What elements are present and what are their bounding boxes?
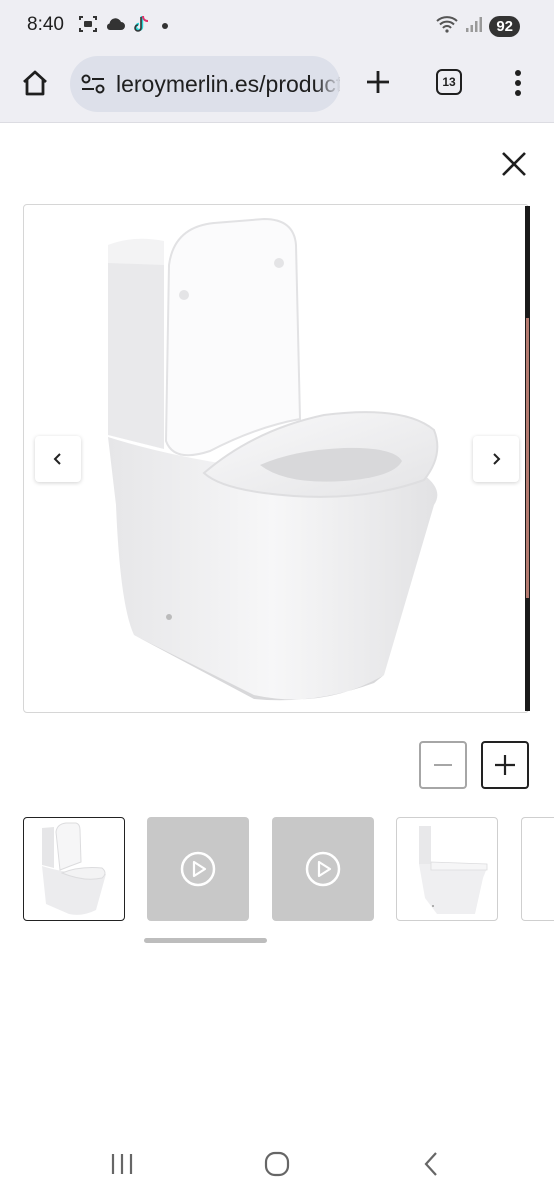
tab-count: 13 [442, 75, 456, 89]
tabs-icon[interactable]: 13 [436, 69, 462, 95]
close-viewer-button[interactable] [496, 146, 532, 182]
thumbnail-video-1[interactable] [147, 817, 249, 921]
back-icon [424, 1152, 437, 1176]
wifi-icon [435, 14, 459, 39]
address-bar[interactable]: leroymerlin.es/producto [70, 56, 340, 112]
battery-indicator: 92 [489, 16, 520, 37]
recent-apps-icon [111, 1154, 133, 1174]
signal-icon [465, 15, 483, 38]
next-image-button[interactable] [473, 436, 519, 482]
recent-apps-button[interactable] [102, 1148, 142, 1180]
site-settings-icon[interactable] [80, 72, 106, 96]
browser-toolbar: leroymerlin.es/producto 13 [0, 52, 554, 123]
zoom-out-button[interactable] [419, 741, 467, 789]
thumbnail-4[interactable] [396, 817, 498, 921]
plus-icon [367, 71, 389, 93]
thumbnail-5[interactable] [521, 817, 554, 921]
status-bar: 8:40 92 [0, 0, 554, 52]
status-time: 8:40 [27, 14, 64, 35]
zoom-out-icon [434, 764, 452, 766]
home-circle-icon [264, 1151, 290, 1177]
next-image-peek-accent [526, 318, 529, 598]
status-system-icons: 92 [435, 14, 520, 39]
new-tab-button[interactable] [360, 64, 396, 100]
play-icon [180, 851, 216, 887]
product-main-image[interactable] [23, 204, 529, 713]
zoom-in-icon [495, 755, 515, 775]
chevron-left-icon [53, 453, 61, 465]
android-nav-bar [0, 1130, 554, 1200]
notification-dot-icon [162, 23, 168, 29]
home-nav-button[interactable] [257, 1148, 297, 1180]
toilet-thumbnail-image [42, 822, 106, 915]
chevron-right-icon [493, 453, 501, 465]
url-text[interactable]: leroymerlin.es/producto [116, 71, 340, 98]
play-icon [305, 851, 341, 887]
cloud-icon [104, 15, 126, 38]
thumbnail-video-2[interactable] [272, 817, 374, 921]
more-vert-icon[interactable] [506, 66, 530, 100]
zoom-in-button[interactable] [481, 741, 529, 789]
thumbnail-scrollbar[interactable] [144, 938, 267, 943]
tiktok-icon [132, 14, 150, 39]
toilet-side-thumbnail-image [419, 826, 488, 914]
back-nav-button[interactable] [412, 1148, 452, 1180]
close-icon [502, 152, 526, 176]
status-notification-icons [78, 14, 168, 38]
previous-image-button[interactable] [35, 436, 81, 482]
home-icon [23, 70, 47, 96]
home-button[interactable] [18, 66, 52, 100]
url-fade [316, 56, 340, 112]
toilet-image [108, 217, 439, 701]
screenshot-icon [78, 14, 98, 39]
thumbnail-1[interactable] [23, 817, 125, 921]
